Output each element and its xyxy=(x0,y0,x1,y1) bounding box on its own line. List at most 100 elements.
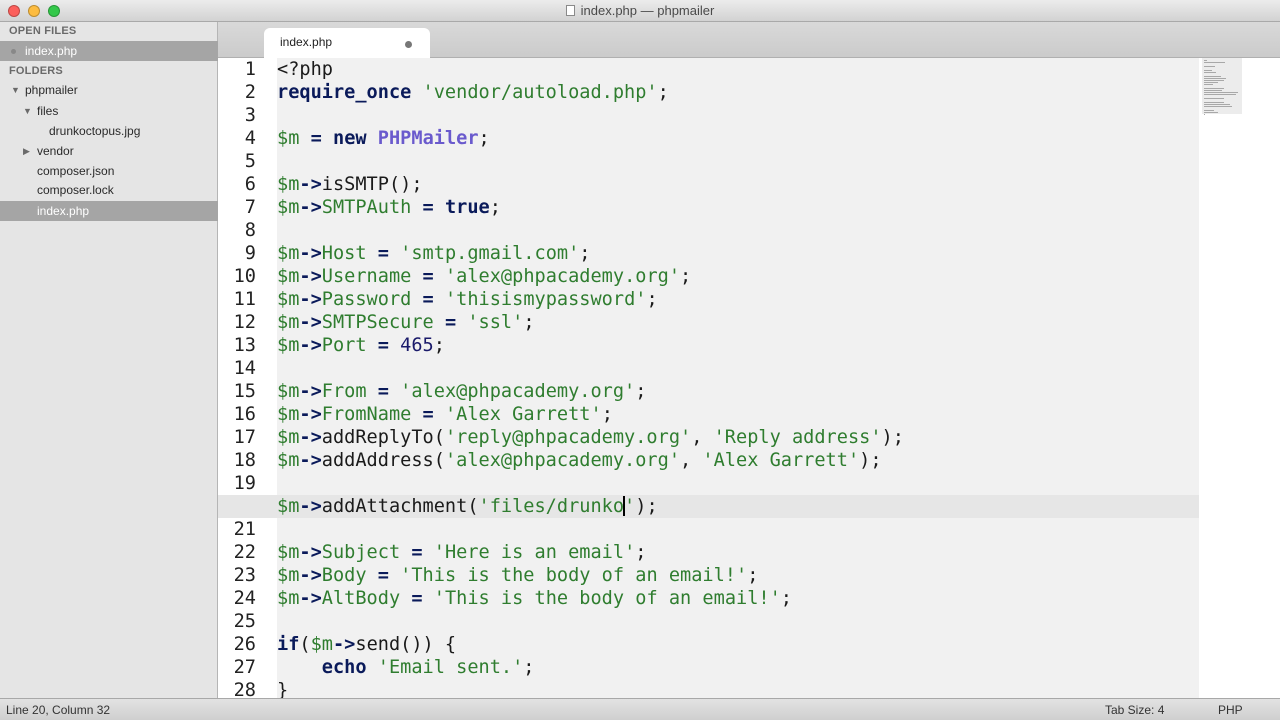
code-text-area[interactable]: <?php require_once 'vendor/autoload.php';… xyxy=(218,58,1199,701)
code-token: -> xyxy=(299,312,322,333)
line-number: 10 xyxy=(233,266,256,287)
code-token: Port xyxy=(321,335,367,356)
syntax-selector[interactable]: PHP xyxy=(1218,703,1243,717)
minimap[interactable] xyxy=(1199,58,1280,698)
folder-item-files[interactable]: ▼ files xyxy=(0,101,218,121)
code-line[interactable]: $m->addAttachment('files/drunko'); xyxy=(277,495,1277,518)
code-line[interactable]: $m->AltBody = 'This is the body of an em… xyxy=(277,587,1277,610)
code-token: SMTPSecure xyxy=(321,312,434,333)
code-token: ()) { xyxy=(400,634,457,655)
code-token: = xyxy=(422,404,434,425)
code-line[interactable]: $m->SMTPAuth = true; xyxy=(277,196,1277,219)
minimap-line xyxy=(1204,66,1215,67)
code-token: $m xyxy=(310,634,333,655)
code-token: echo xyxy=(321,657,367,678)
file-item-composer-lock[interactable]: composer.lock xyxy=(0,180,218,200)
code-line[interactable] xyxy=(277,472,1277,495)
folder-label: files xyxy=(37,104,59,118)
code-line[interactable]: $m->Username = 'alex@phpacademy.org'; xyxy=(277,265,1277,288)
disclosure-down-icon[interactable]: ▼ xyxy=(23,101,32,121)
code-token: ( xyxy=(467,496,479,517)
code-token: ); xyxy=(859,450,882,471)
code-line[interactable] xyxy=(277,104,1277,127)
minimap-line xyxy=(1204,112,1218,113)
minimap-viewport[interactable] xyxy=(1202,58,1242,115)
folder-item-phpmailer[interactable]: ▼ phpmailer xyxy=(0,80,218,100)
code-token: isSMTP xyxy=(321,174,389,195)
line-number: 21 xyxy=(233,519,256,540)
code-line[interactable]: $m->Subject = 'Here is an email'; xyxy=(277,541,1277,564)
code-line[interactable]: require_once 'vendor/autoload.php'; xyxy=(277,81,1277,104)
minimap-line xyxy=(1204,60,1207,61)
code-token: AltBody xyxy=(321,588,401,609)
code-line[interactable]: $m->SMTPSecure = 'ssl'; xyxy=(277,311,1277,334)
code-token: ; xyxy=(523,657,535,678)
disclosure-right-icon[interactable]: ▶ xyxy=(23,141,30,161)
code-token: -> xyxy=(299,289,322,310)
open-file-item[interactable]: index.php xyxy=(0,41,218,61)
code-line[interactable] xyxy=(277,357,1277,380)
code-token: ; xyxy=(657,82,669,103)
code-editor[interactable]: 1234567891011121314151617181920212223242… xyxy=(218,58,1280,701)
code-line[interactable]: $m->FromName = 'Alex Garrett'; xyxy=(277,403,1277,426)
code-line[interactable] xyxy=(277,150,1277,173)
open-file-label: index.php xyxy=(25,44,78,58)
tab-size-selector[interactable]: Tab Size: 4 xyxy=(1105,703,1164,717)
file-item-index-php[interactable]: index.php xyxy=(0,201,218,221)
code-line[interactable]: $m->isSMTP(); xyxy=(277,173,1277,196)
disclosure-down-icon[interactable]: ▼ xyxy=(11,80,20,100)
line-number: 3 xyxy=(244,105,256,126)
code-token: 'This is the body of an email!' xyxy=(400,565,748,586)
code-token: 'reply@phpacademy.org' xyxy=(444,427,692,448)
code-line[interactable] xyxy=(277,518,1277,541)
folder-item-vendor[interactable]: ▶ vendor xyxy=(0,141,218,161)
file-label: drunkoctopus.jpg xyxy=(49,124,141,138)
code-line[interactable]: echo 'Email sent.'; xyxy=(277,656,1277,679)
line-number: 26 xyxy=(233,634,256,655)
unsaved-dot-icon[interactable] xyxy=(405,41,412,48)
line-number: 15 xyxy=(233,381,256,402)
code-token: Subject xyxy=(321,542,401,563)
close-file-icon[interactable] xyxy=(11,49,16,54)
code-line[interactable]: $m->addAddress('alex@phpacademy.org', 'A… xyxy=(277,449,1277,472)
line-number: 22 xyxy=(233,542,256,563)
code-line[interactable]: $m->Port = 465; xyxy=(277,334,1277,357)
code-line[interactable]: $m->Host = 'smtp.gmail.com'; xyxy=(277,242,1277,265)
code-line[interactable]: $m = new PHPMailer; xyxy=(277,127,1277,150)
code-line[interactable]: if($m->send()) { xyxy=(277,633,1277,656)
code-token: 'Alex Garrett' xyxy=(444,404,602,425)
code-token: send xyxy=(355,634,401,655)
code-token: (); xyxy=(388,174,423,195)
code-token: ; xyxy=(635,542,647,563)
code-line[interactable]: $m->From = 'alex@phpacademy.org'; xyxy=(277,380,1277,403)
code-line[interactable]: $m->addReplyTo('reply@phpacademy.org', '… xyxy=(277,426,1277,449)
code-line[interactable]: $m->Password = 'thisismypassword'; xyxy=(277,288,1277,311)
line-number: 5 xyxy=(244,151,256,172)
line-number: 24 xyxy=(233,588,256,609)
code-line[interactable]: <?php xyxy=(277,58,1277,81)
minimap-line xyxy=(1204,104,1230,105)
file-item-composer-json[interactable]: composer.json xyxy=(0,161,218,181)
code-token: 'Reply address' xyxy=(713,427,882,448)
code-token: 'Here is an email' xyxy=(433,542,636,563)
code-token: addAddress xyxy=(321,450,434,471)
code-token: ; xyxy=(601,404,613,425)
code-line[interactable]: $m->Body = 'This is the body of an email… xyxy=(277,564,1277,587)
code-line[interactable] xyxy=(277,219,1277,242)
file-item-drunkoctopus[interactable]: drunkoctopus.jpg xyxy=(0,121,218,141)
tab-index-php[interactable]: index.php xyxy=(264,28,430,59)
file-label: composer.lock xyxy=(37,183,114,197)
code-token: ; xyxy=(646,289,658,310)
code-token: ; xyxy=(523,312,535,333)
code-token: $m xyxy=(277,289,300,310)
code-token: $m xyxy=(277,427,300,448)
code-line[interactable] xyxy=(277,610,1277,633)
tab-bar: index.php xyxy=(218,22,1280,59)
